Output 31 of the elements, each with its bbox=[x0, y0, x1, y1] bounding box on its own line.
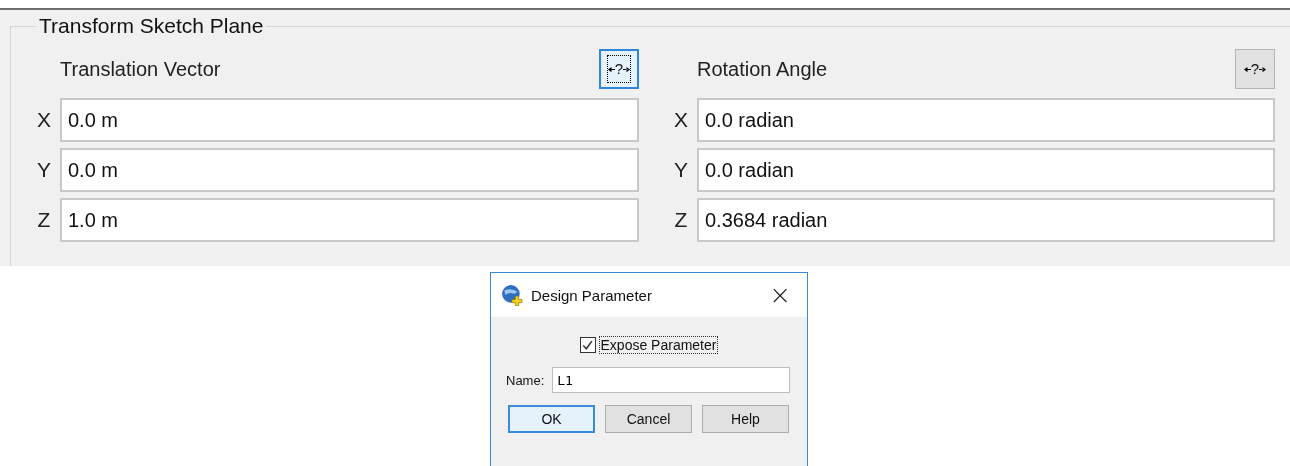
right-arrow-icon bbox=[623, 65, 631, 73]
axis-label: Y bbox=[673, 158, 689, 182]
close-button[interactable]: × bbox=[765, 280, 795, 310]
value-field[interactable]: 0.0 radian bbox=[697, 148, 1275, 192]
right-arrow-icon bbox=[1259, 65, 1267, 73]
checkbox[interactable] bbox=[579, 337, 596, 353]
value-field[interactable]: 0.0 radian bbox=[697, 98, 1275, 142]
column-heading: Translation Vector bbox=[60, 57, 221, 81]
checkbox-label[interactable]: Expose Parameter bbox=[598, 336, 719, 354]
left-arrow-icon bbox=[607, 65, 615, 73]
value-field[interactable]: 0.3684 radian bbox=[697, 198, 1275, 242]
value-field[interactable]: 1.0 m bbox=[60, 198, 639, 242]
value-field[interactable]: 0.0 m bbox=[60, 148, 639, 192]
dialog-button[interactable]: OK bbox=[508, 405, 595, 433]
expression-button[interactable]: ? bbox=[599, 49, 639, 89]
left-arrow-icon bbox=[1243, 65, 1251, 73]
dialog-title: Design Parameter bbox=[531, 286, 653, 304]
name-label: Name: bbox=[506, 372, 545, 388]
dialog-button[interactable]: Help bbox=[702, 405, 789, 433]
axis-label: X bbox=[673, 108, 689, 132]
group-title: Transform Sketch Plane bbox=[38, 14, 265, 38]
axis-label: Z bbox=[36, 208, 52, 232]
name-field[interactable]: L1 bbox=[552, 367, 791, 393]
globe-plus-icon bbox=[501, 284, 523, 306]
axis-label: Y bbox=[36, 158, 52, 182]
value-field[interactable]: 0.0 m bbox=[60, 98, 639, 142]
axis-label: Z bbox=[673, 208, 689, 232]
expression-button[interactable]: ? bbox=[1235, 49, 1275, 89]
axis-label: X bbox=[36, 108, 52, 132]
column-heading: Rotation Angle bbox=[697, 57, 828, 81]
dialog-button[interactable]: Cancel bbox=[605, 405, 692, 433]
